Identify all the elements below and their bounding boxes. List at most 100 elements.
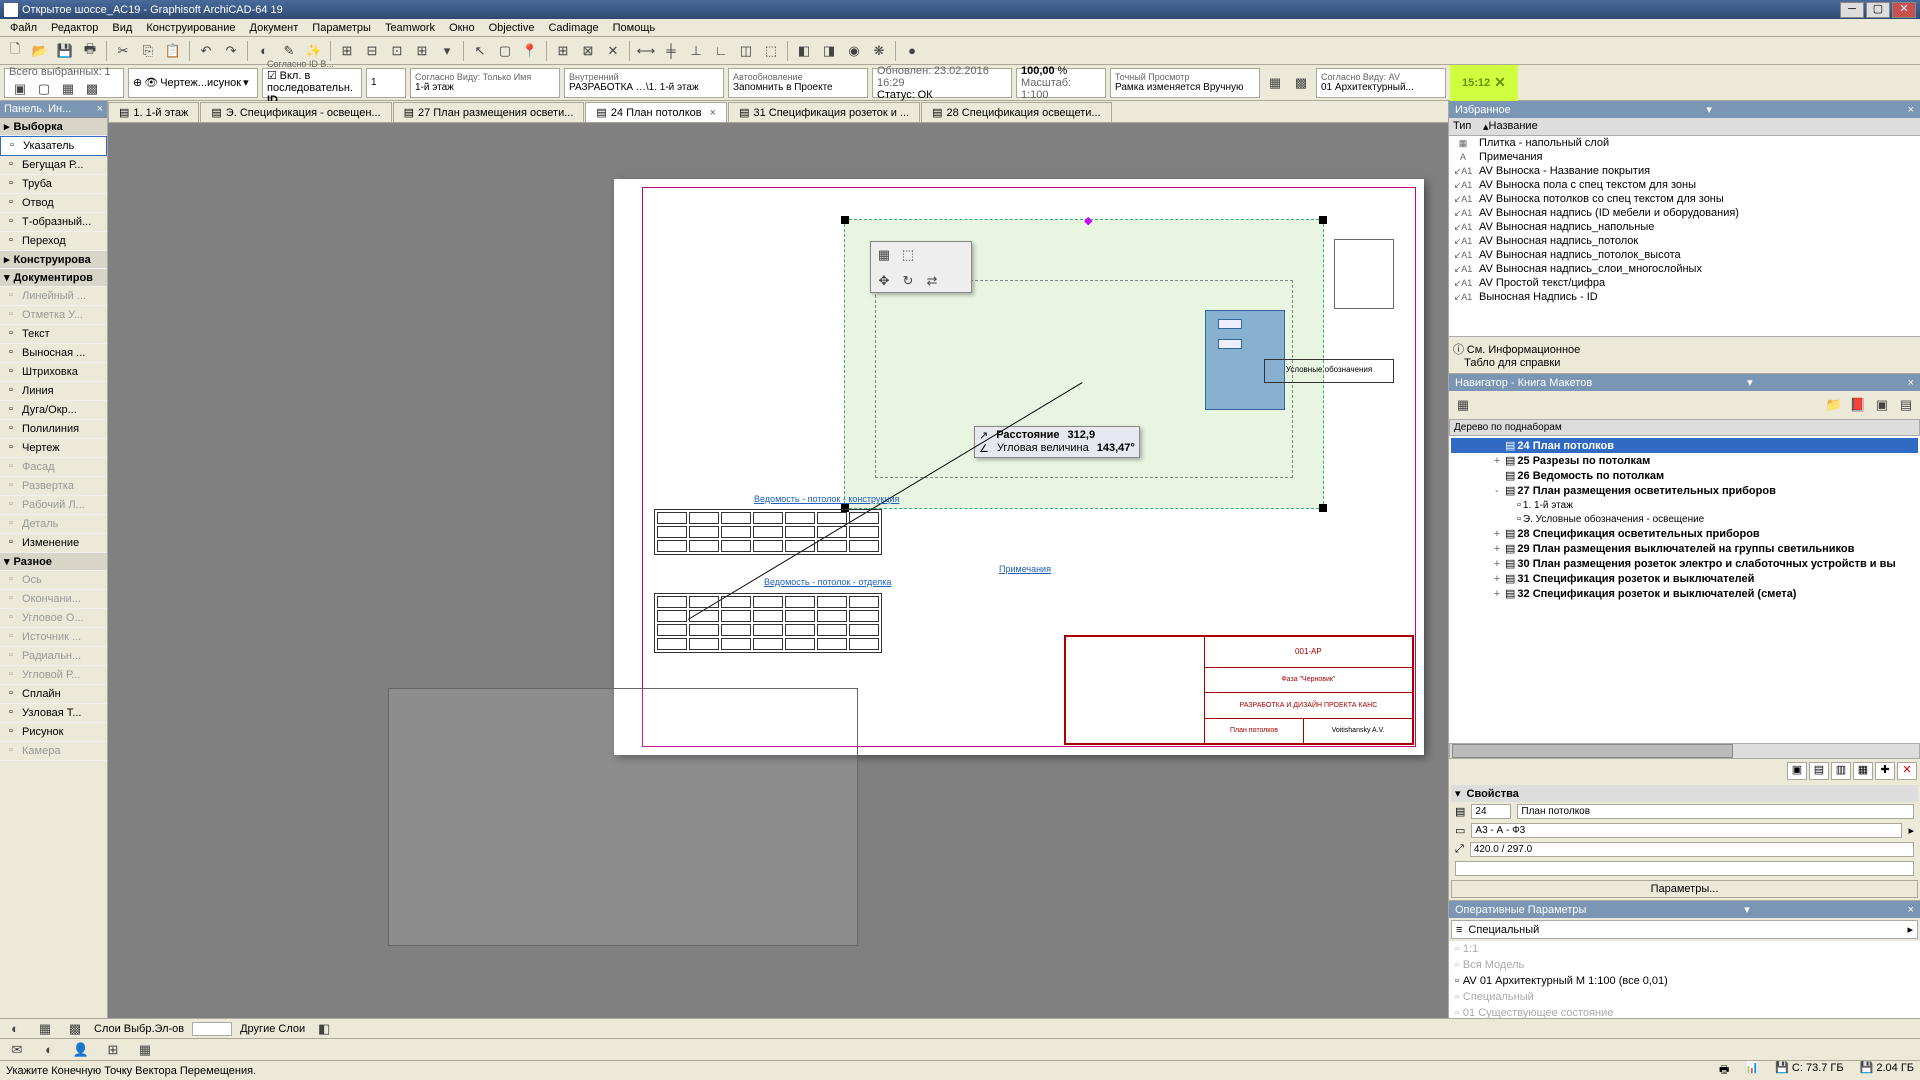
new-icon[interactable]: 🗋 (4, 40, 26, 62)
tool-Радиальн...[interactable]: ▫Радиальн... (0, 647, 107, 666)
tool-Дуга/Окр...[interactable]: ▫Дуга/Окр... (0, 401, 107, 420)
dim5-icon[interactable]: ◫ (735, 40, 757, 62)
link-finish[interactable]: Ведомость - потолок - отделка (764, 577, 891, 587)
op-item[interactable]: ▫Специальный (1449, 989, 1920, 1005)
fav-item[interactable]: ↙A1AV Выносная надпись_потолок_высота (1449, 248, 1920, 262)
tab-31 Спецификация розеток и ...[interactable]: ▤31 Спецификация розеток и ... (728, 102, 920, 122)
document-section[interactable]: Документиров (14, 272, 93, 284)
tool-Отметка У...[interactable]: ▫Отметка У... (0, 306, 107, 325)
tool-Сплайн[interactable]: ▫Сплайн (0, 685, 107, 704)
preview-btn1[interactable]: ▦ (1264, 72, 1286, 94)
close-button[interactable]: ✕ (1892, 2, 1916, 18)
tree-btn3[interactable]: ▥ (1831, 762, 1851, 780)
fav-item[interactable]: ▦Плитка - напольный слой (1449, 136, 1920, 150)
tool-Чертеж[interactable]: ▫Чертеж (0, 439, 107, 458)
construct-section[interactable]: Конструирова (14, 254, 91, 266)
qb-icon5[interactable]: ▦ (134, 1039, 156, 1061)
dropdown-icon[interactable]: ▾ (243, 76, 249, 89)
tool-Фасад[interactable]: ▫Фасад (0, 458, 107, 477)
nav-view1-icon[interactable]: ▦ (1452, 394, 1474, 416)
tool-Линейный ...[interactable]: ▫Линейный ... (0, 287, 107, 306)
chevron-icon[interactable]: ▸ (1908, 824, 1914, 837)
menu-редактор[interactable]: Редактор (45, 21, 104, 35)
tree-item[interactable]: -▤ 27 План размещения осветительных приб… (1451, 483, 1918, 498)
tab-1. 1-й этаж[interactable]: ▤1. 1-й этаж (108, 102, 199, 122)
op-item[interactable]: ▫1:1 (1449, 941, 1920, 957)
op-menu-icon[interactable]: ▾ (1744, 903, 1750, 916)
nav-menu-icon[interactable]: ▾ (1747, 376, 1753, 389)
undo-icon[interactable]: ↶ (195, 40, 217, 62)
tab-Э. Спецификация - освещен...[interactable]: ▤Э. Спецификация - освещен... (200, 102, 391, 122)
layer1-icon[interactable]: ◧ (793, 40, 815, 62)
nav-pub-icon[interactable]: ▤ (1895, 394, 1917, 416)
op-selected[interactable]: Специальный (1468, 924, 1539, 936)
layer-sel-swatch[interactable] (192, 1022, 232, 1036)
dim1-icon[interactable]: ⟷ (635, 40, 657, 62)
prop-format[interactable]: A3 - А - Ф3 (1471, 823, 1902, 838)
fav-item[interactable]: ↙A1AV Выносная надпись_потолок (1449, 234, 1920, 248)
link-construction[interactable]: Ведомость - потолок - конструкция (754, 494, 899, 504)
op-item[interactable]: ▫Вся Модель (1449, 957, 1920, 973)
dim4-icon[interactable]: ∟ (710, 40, 732, 62)
tree-item[interactable]: -▤ 24 План потолков (1451, 438, 1918, 453)
sel-btn3[interactable]: ▦ (57, 78, 79, 100)
pet-palette[interactable]: ▦⬚ ✥↻⇄ (870, 241, 972, 293)
target-icon[interactable]: ⊕ (133, 76, 142, 89)
box-icon[interactable]: ▢ (494, 40, 516, 62)
dim3-icon[interactable]: ⊥ (685, 40, 707, 62)
tool-Т-образный...[interactable]: ▫Т-образный... (0, 213, 107, 232)
lb-toggle-icon[interactable]: ◧ (313, 1018, 335, 1040)
tool-Штриховка[interactable]: ▫Штриховка (0, 363, 107, 382)
menu-objective[interactable]: Objective (483, 21, 541, 35)
qb-icon4[interactable]: ⊞ (102, 1039, 124, 1061)
tree-hscroll[interactable] (1449, 743, 1920, 759)
fav-item[interactable]: AПримечания (1449, 150, 1920, 164)
menu-помощь[interactable]: Помощь (607, 21, 662, 35)
maximize-button[interactable]: ▢ (1866, 2, 1890, 18)
prop-name[interactable]: План потолков (1517, 804, 1914, 819)
sel-btn4[interactable]: ▩ (81, 78, 103, 100)
properties-title[interactable]: Свойства (1467, 788, 1519, 800)
fav-item[interactable]: ↙A1AV Выноска - Название покрытия (1449, 164, 1920, 178)
tree-item[interactable]: +▤ 25 Разрезы по потолкам (1451, 453, 1918, 468)
tab-close-icon[interactable]: × (710, 107, 716, 119)
toolbox-close-icon[interactable]: × (97, 103, 103, 115)
menu-cadimage[interactable]: Cadimage (542, 21, 604, 35)
open-icon[interactable]: 📂 (29, 40, 51, 62)
tree-del-icon[interactable]: ✕ (1897, 762, 1917, 780)
tab-24 План потолков[interactable]: ▤24 План потолков× (585, 102, 727, 122)
tree-item[interactable]: +▤ 30 План размещения розеток электро и … (1451, 556, 1918, 571)
tree-item[interactable]: ▤ 26 Ведомость по потолкам (1451, 468, 1918, 483)
tree-item[interactable]: ▫ 1. 1-й этаж (1451, 498, 1918, 512)
prop-id[interactable]: 24 (1471, 804, 1511, 819)
save-icon[interactable]: 💾 (54, 40, 76, 62)
tool-Камера[interactable]: ▫Камера (0, 742, 107, 761)
tree-item[interactable]: +▤ 28 Спецификация осветительных приборо… (1451, 526, 1918, 541)
redo-icon[interactable]: ↷ (220, 40, 242, 62)
navigator-tree[interactable]: -▤ 24 План потолков+▤ 25 Разрезы по пото… (1449, 436, 1920, 743)
snap2-icon[interactable]: ⊟ (361, 40, 383, 62)
arrow-icon[interactable]: ↖ (469, 40, 491, 62)
tool-Угловое О...[interactable]: ▫Угловое О... (0, 609, 107, 628)
pet-mirror-icon[interactable]: ⇄ (921, 270, 943, 292)
tool-Развертка[interactable]: ▫Развертка (0, 477, 107, 496)
layer4-icon[interactable]: ❋ (868, 40, 890, 62)
menu-документ[interactable]: Документ (244, 21, 305, 35)
fav-item[interactable]: ↙A1AV Выносная надпись (ID мебели и обор… (1449, 206, 1920, 220)
favorites-list[interactable]: ▦Плитка - напольный слойAПримечания↙A1AV… (1449, 136, 1920, 336)
prop-size[interactable]: 420.0 / 297.0 (1470, 842, 1914, 857)
menu-вид[interactable]: Вид (106, 21, 138, 35)
op-item[interactable]: ▫AV 01 Архитектурный М 1:100 (все 0,01) (1449, 973, 1920, 989)
close-x-icon[interactable]: ✕ (602, 40, 624, 62)
tool-Деталь[interactable]: ▫Деталь (0, 515, 107, 534)
tool-Рабочий Л...[interactable]: ▫Рабочий Л... (0, 496, 107, 515)
tool-Отвод[interactable]: ▫Отвод (0, 194, 107, 213)
render-icon[interactable]: ● (901, 40, 923, 62)
print-icon[interactable]: 🖶 (79, 40, 101, 62)
menu-окно[interactable]: Окно (443, 21, 481, 35)
nav-layout-icon[interactable]: ▣ (1871, 394, 1893, 416)
tree-btn4[interactable]: ▦ (1853, 762, 1873, 780)
tree-item[interactable]: +▤ 32 Спецификация розеток и выключателе… (1451, 586, 1918, 601)
sel-btn2[interactable]: ▢ (33, 78, 55, 100)
parameters-button[interactable]: Параметры... (1451, 880, 1918, 898)
